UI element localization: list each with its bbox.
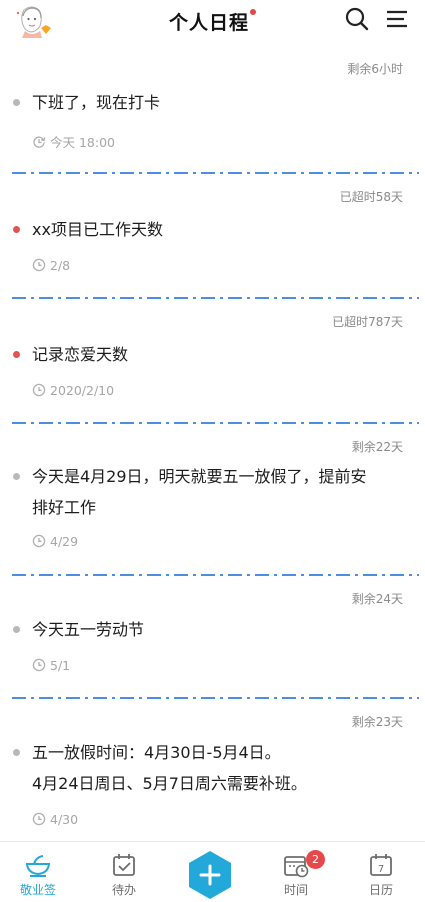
schedule-card[interactable]: 剩余6小时 下班了，现在打卡 今天 18:00 [0, 46, 425, 174]
remaining-time: 剩余22天 [351, 440, 403, 454]
calendar-day-number: 7 [378, 864, 384, 875]
repeat-alarm-icon [33, 136, 46, 148]
schedule-card[interactable]: 剩余24天 今天五一劳动节 5/1 [0, 576, 425, 699]
schedule-card[interactable]: 已超时787天 记录恋爱天数 2020/2/10 [0, 299, 425, 424]
menu-icon[interactable] [384, 6, 410, 32]
schedule-meta: 5/1 [32, 658, 70, 673]
tab-todo[interactable]: 待办 [89, 842, 159, 902]
remaining-time: 已超时787天 [332, 315, 403, 329]
clock-icon [32, 534, 46, 548]
search-icon[interactable] [344, 6, 370, 32]
tab-jingyeqian[interactable]: 敬业签 [3, 842, 73, 902]
schedule-text: xx项目已工作天数 [32, 220, 163, 239]
notification-badge: 2 [306, 850, 325, 869]
schedule-meta: 4/30 [32, 812, 78, 827]
bowl-icon [25, 855, 51, 877]
remaining-time: 剩余24天 [351, 592, 403, 606]
todo-check-icon [113, 854, 135, 876]
schedule-meta: 2020/2/10 [32, 383, 114, 398]
status-dot [13, 749, 20, 756]
schedule-card[interactable]: 已超时58天 xx项目已工作天数 2/8 [0, 174, 425, 299]
schedule-list: 剩余6小时 下班了，现在打卡 今天 18:00 已超时58天 xx项目已工作天数… [0, 46, 425, 841]
tab-time[interactable]: 时间 2 [261, 842, 331, 902]
schedule-meta: 4/29 [32, 534, 78, 549]
clock-icon [32, 383, 46, 397]
status-dot [13, 626, 20, 633]
clock-icon [32, 658, 46, 672]
page-title: 个人日程 [168, 12, 249, 34]
status-dot [13, 99, 20, 106]
schedule-text: 今天五一劳动节 [32, 620, 145, 639]
calendar-icon: 7 [370, 854, 392, 876]
notification-dot [250, 9, 256, 15]
schedule-text: 今天是4月29日，明天就要五一放假了，提前安 排好工作 [32, 467, 367, 517]
clock-icon [32, 258, 46, 272]
status-dot [13, 226, 20, 233]
remaining-time: 剩余6小时 [347, 62, 403, 76]
schedule-text: 五一放假时间：4月30日-5月4日。 4月24日周日、5月7日周六需要补班。 [32, 743, 307, 793]
clock-icon [32, 812, 46, 826]
schedule-card[interactable]: 剩余23天 五一放假时间：4月30日-5月4日。 4月24日周日、5月7日周六需… [0, 699, 425, 839]
schedule-text: 下班了，现在打卡 [32, 93, 161, 112]
status-dot [13, 351, 20, 358]
schedule-meta: 2/8 [32, 258, 70, 273]
schedule-meta: 今天 18:00 [32, 132, 115, 151]
remaining-time: 已超时58天 [339, 190, 403, 204]
remaining-time: 剩余23天 [351, 715, 403, 729]
schedule-card[interactable]: 剩余22天 今天是4月29日，明天就要五一放假了，提前安 排好工作 4/29 [0, 424, 425, 576]
status-dot [13, 473, 20, 480]
bottom-tab-bar: 敬业签 待办 时间 2 7 日历 [0, 841, 425, 902]
add-hexagon-icon[interactable] [187, 850, 233, 900]
app-header: 个人日程 [0, 0, 425, 46]
tab-calendar[interactable]: 7 日历 [346, 842, 416, 902]
schedule-text: 记录恋爱天数 [32, 345, 129, 364]
